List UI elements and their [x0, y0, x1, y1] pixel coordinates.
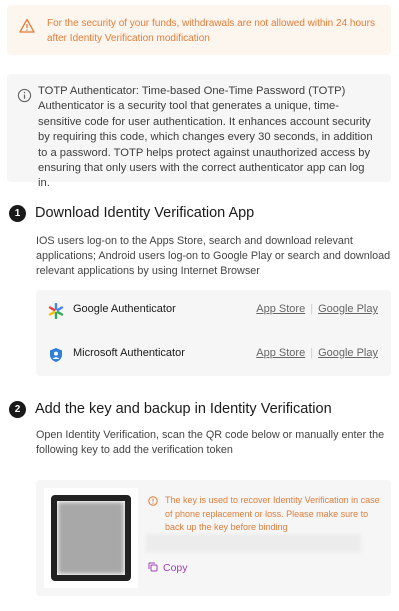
warning-circle-icon	[148, 496, 158, 506]
info-circle-icon	[17, 88, 32, 103]
totp-info-box: TOTP Authenticator: Time-based One-Time …	[7, 74, 391, 189]
step-2-title: Add the key and backup in Identity Verif…	[35, 401, 332, 417]
microsoft-authenticator-icon	[50, 348, 62, 362]
app-store-links: App Store | Google Play	[256, 347, 378, 359]
app-name: Microsoft Authenticator	[73, 347, 185, 359]
app-name: Google Authenticator	[73, 303, 176, 315]
app-row-microsoft-authenticator: Microsoft Authenticator App Store | Google…	[36, 340, 391, 370]
app-row-google-authenticator: Google Authenticator App Store | Google Pl…	[36, 296, 391, 326]
key-backup-note-text: The key is used to recover Identity Veri…	[165, 495, 380, 532]
secret-key-value-redacted	[146, 534, 361, 552]
copy-label: Copy	[163, 562, 188, 574]
step-1-title: Download Identity Verification App	[35, 205, 255, 221]
step-2-description: Open Identity Verification, scan the QR …	[36, 429, 385, 457]
copy-icon	[148, 562, 158, 572]
authenticator-app-list: Google Authenticator App Store | Google Pl…	[36, 290, 391, 376]
app-store-link[interactable]: App Store	[256, 347, 305, 359]
copy-key-button[interactable]: Copy	[148, 562, 188, 574]
step-1-description: IOS users log-on to the Apps Store, sear…	[36, 235, 391, 278]
link-divider: |	[310, 347, 314, 359]
warning-text: For the security of your funds, withdraw…	[47, 18, 375, 44]
qr-code	[44, 488, 138, 588]
step-1-badge: 1	[9, 205, 26, 222]
link-divider: |	[310, 303, 314, 315]
app-store-link[interactable]: App Store	[256, 303, 305, 315]
app-store-links: App Store | Google Play	[256, 303, 378, 315]
key-panel: The key is used to recover Identity Veri…	[36, 480, 391, 596]
google-play-link[interactable]: Google Play	[318, 347, 378, 359]
qr-code-frame	[51, 495, 131, 581]
withdrawal-warning-banner: For the security of your funds, withdraw…	[7, 5, 391, 55]
google-play-link[interactable]: Google Play	[318, 303, 378, 315]
step-2-badge: 2	[9, 401, 26, 418]
google-authenticator-icon	[48, 303, 64, 319]
warning-triangle-icon	[19, 18, 35, 33]
totp-info-text: TOTP Authenticator: Time-based One-Time …	[38, 85, 373, 190]
